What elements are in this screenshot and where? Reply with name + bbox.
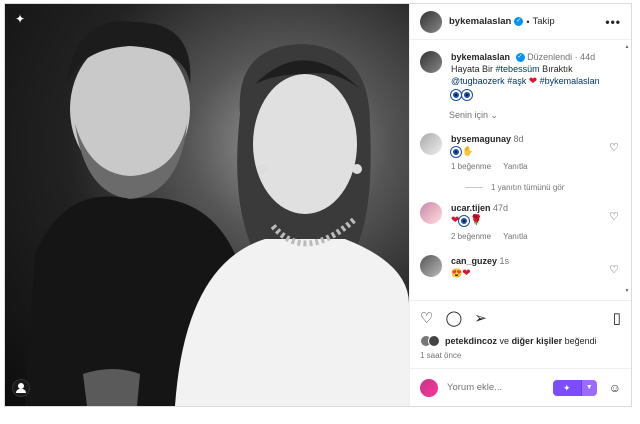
ai-compose-button[interactable]: ✦ ▼ — [552, 379, 597, 396]
evil-eye-emoji — [461, 88, 473, 101]
liked-by: petekdincoz ve diğer kişiler beğendi — [420, 335, 621, 347]
caption: bykemalaslan ✓ Düzenlendi · 44d Hayata B… — [410, 41, 631, 101]
caption-text-prefix: Hayata Bir — [451, 64, 494, 74]
for-you-toggle[interactable]: Senin için ⌄ — [410, 100, 631, 121]
comment-username[interactable]: ucar.tijen — [451, 203, 491, 213]
red-heart-emoji: ❤ — [451, 215, 460, 226]
current-user-avatar — [420, 378, 438, 397]
rose-emoji: 🌹 — [470, 215, 483, 226]
comment-likes[interactable]: 1 beğenme — [451, 162, 491, 171]
other-likers-link[interactable]: diğer kişiler — [512, 336, 563, 346]
chevron-down-icon: ⌄ — [490, 110, 499, 120]
comment-body: can_guzey 1s 😍❤ — [451, 255, 611, 280]
comment-age: 47d — [493, 203, 509, 213]
liked-connector: ve — [499, 336, 510, 346]
scroll-down-arrow-icon[interactable]: ▼ — [624, 288, 630, 294]
verified-icon: ✓ — [515, 53, 525, 63]
caption-age[interactable]: 44d — [580, 52, 595, 62]
ai-sparkle-icon[interactable]: ✦ — [552, 379, 581, 396]
for-you-label: Senin için — [449, 110, 489, 120]
heart-outline-icon[interactable]: ♡ — [420, 311, 433, 326]
comment-like-icon[interactable]: ♡ — [609, 141, 619, 154]
hashtag-ask[interactable]: #aşk — [507, 76, 526, 86]
comment-item: bysemagunay 8d ✋ 1 beğenme Yanıtla ♡ — [410, 133, 631, 173]
red-heart-emoji: ❤ — [462, 268, 471, 279]
liker-avatar — [428, 335, 440, 347]
reply-button[interactable]: Yanıtla — [503, 162, 527, 171]
action-icons-row: ♡ ◯ ➢ ▯ — [420, 309, 621, 327]
comment-item: can_guzey 1s 😍❤ ♡ — [410, 255, 631, 280]
commenter-avatar[interactable] — [420, 133, 442, 155]
comment-item: ucar.tijen 47d ❤ 🌹 2 beğenme Yanıtla ♡ — [410, 202, 631, 243]
commenter-avatar[interactable] — [420, 255, 442, 277]
photo-illustration — [25, 21, 409, 406]
caption-body: bykemalaslan ✓ Düzenlendi · 44d Hayata B… — [450, 51, 621, 101]
liked-suffix: beğendi — [564, 336, 597, 346]
evil-eye-emoji — [450, 88, 462, 101]
liker-username[interactable]: petekdincoz — [445, 336, 497, 346]
comments-scroll-area[interactable]: bykemalaslan ✓ Düzenlendi · 44d Hayata B… — [410, 41, 631, 299]
tagged-users-icon[interactable] — [12, 379, 30, 397]
chevron-down-icon[interactable]: ▼ — [580, 379, 597, 396]
red-heart-emoji: ❤ — [528, 76, 538, 87]
comment-body: bysemagunay 8d ✋ 1 beğenme Yanıtla — [450, 133, 611, 173]
caption-text-mid: Bıraktık — [542, 64, 573, 74]
comment-likes[interactable]: 2 beğenme — [451, 232, 491, 241]
scroll-up-arrow-icon[interactable]: ▲ — [624, 44, 630, 50]
post-timestamp[interactable]: 1 saat önce — [420, 351, 621, 360]
smiling-emoji: 😍 — [451, 268, 463, 278]
clapping-hands-emoji: ✋ — [462, 146, 474, 156]
comment-age: 1s — [499, 256, 510, 266]
view-replies-button[interactable]: 1 yanıtın tümünü gör — [410, 173, 631, 202]
evil-eye-emoji — [450, 145, 462, 158]
emoji-picker-icon[interactable]: ☺ — [609, 381, 621, 395]
mention-tugbaozerk[interactable]: @tugbaozerk — [451, 76, 505, 86]
comments-scrollbar[interactable]: ▲ ▼ — [624, 44, 630, 294]
edited-label: Düzenlendi — [527, 52, 573, 62]
caption-avatar[interactable] — [420, 51, 442, 73]
reply-button[interactable]: Yanıtla — [503, 232, 527, 241]
ai-sparkle-icon[interactable]: ✦ — [13, 12, 27, 26]
share-icon[interactable]: ➢ — [474, 311, 487, 326]
comment-body: ucar.tijen 47d ❤ 🌹 2 beğenme Yanıtla — [451, 202, 611, 243]
post-dialog: ✦ bykemalaslan ✓ • Takip ••• bykemalasla… — [4, 3, 632, 407]
comment-icon[interactable]: ◯ — [445, 311, 462, 326]
separator-dot: • — [526, 16, 530, 27]
bookmark-icon[interactable]: ▯ — [613, 311, 621, 326]
post-header: bykemalaslan ✓ • Takip ••• — [410, 4, 631, 40]
follow-button[interactable]: Takip — [532, 16, 554, 27]
author-username[interactable]: bykemalaslan — [449, 16, 511, 27]
post-actions: ♡ ◯ ➢ ▯ petekdincoz ve diğer kişiler beğ… — [410, 300, 631, 360]
add-comment-bar: Yorum ekle... ✦ ▼ ☺ — [410, 368, 631, 406]
author-avatar[interactable] — [420, 10, 442, 33]
hashtag-tebessum[interactable]: #tebessüm — [496, 64, 540, 74]
post-photo[interactable]: ✦ — [5, 4, 409, 406]
commenter-avatar[interactable] — [420, 202, 442, 224]
comment-input[interactable]: Yorum ekle... — [447, 382, 502, 393]
evil-eye-emoji — [458, 214, 471, 227]
caption-username[interactable]: bykemalaslan — [451, 52, 510, 62]
more-options-icon[interactable]: ••• — [605, 15, 621, 29]
comment-like-icon[interactable]: ♡ — [609, 263, 619, 276]
post-side-panel: bykemalaslan ✓ • Takip ••• bykemalaslan … — [409, 4, 631, 406]
comment-username[interactable]: bysemagunay — [451, 134, 511, 144]
comment-username[interactable]: can_guzey — [451, 256, 497, 266]
verified-icon: ✓ — [514, 17, 524, 26]
comment-age: 8d — [513, 134, 524, 144]
comment-like-icon[interactable]: ♡ — [609, 210, 619, 223]
hashtag-bykemalaslan[interactable]: #bykemalaslan — [540, 76, 600, 86]
